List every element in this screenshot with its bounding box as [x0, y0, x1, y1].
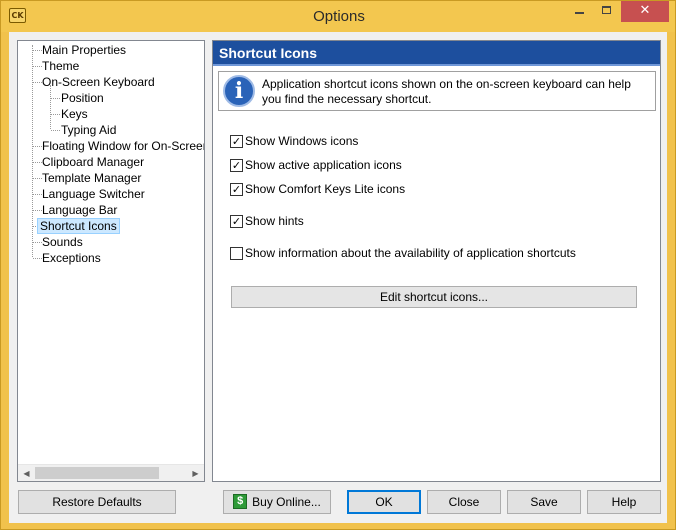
tree-item-main-properties[interactable]: Main Properties [40, 42, 128, 58]
options-window: CK Options ✕ Main Properties Theme On-Sc… [0, 0, 676, 530]
save-button[interactable]: Save [507, 490, 581, 514]
close-window-button[interactable]: ✕ [621, 1, 669, 22]
panel-title: Shortcut Icons [213, 41, 660, 66]
checkbox-label[interactable]: Show Comfort Keys Lite icons [245, 182, 405, 197]
maximize-button[interactable] [594, 1, 620, 22]
ok-label: OK [375, 495, 393, 509]
tree-item-language-switcher[interactable]: Language Switcher [40, 186, 147, 202]
close-button[interactable]: Close [427, 490, 501, 514]
checkbox-label[interactable]: Show hints [245, 214, 304, 229]
checkbox-box[interactable] [230, 247, 243, 260]
info-text: Application shortcut icons shown on the … [262, 77, 631, 106]
checkbox-label[interactable]: Show information about the availability … [245, 246, 576, 261]
settings-panel: Shortcut Icons i Application shortcut ic… [212, 40, 661, 482]
tree-item-floating-window[interactable]: Floating Window for On-Screen Ke [40, 138, 204, 154]
checkbox-label[interactable]: Show Windows icons [245, 134, 358, 149]
tree-item-typing-aid[interactable]: Typing Aid [59, 122, 118, 138]
tree-item-keys[interactable]: Keys [59, 106, 90, 122]
help-button[interactable]: Help [587, 490, 661, 514]
scroll-right-icon[interactable]: ▶ [187, 465, 204, 481]
tree-item-sounds[interactable]: Sounds [40, 234, 85, 250]
info-box: i Application shortcut icons shown on th… [218, 71, 656, 111]
dialog-client-area: Main Properties Theme On-Screen Keyboard… [9, 32, 667, 523]
edit-shortcut-icons-button[interactable]: Edit shortcut icons... [231, 286, 637, 308]
buy-online-button[interactable]: $ Buy Online... [223, 490, 331, 514]
title-bar[interactable]: CK Options ✕ [1, 1, 675, 32]
close-label: Close [448, 495, 480, 509]
minimize-icon [575, 12, 584, 14]
close-icon: ✕ [639, 3, 651, 18]
save-label: Save [530, 495, 558, 509]
tree-item-theme[interactable]: Theme [40, 58, 81, 74]
scrollbar-thumb[interactable] [35, 467, 159, 479]
info-icon: i [223, 75, 255, 107]
tree-item-language-bar[interactable]: Language Bar [40, 202, 119, 218]
tree-item-shortcut-icons[interactable]: Shortcut Icons [37, 218, 120, 234]
tree-child-line [50, 85, 51, 129]
dollar-icon: $ [233, 493, 248, 509]
ok-button[interactable]: OK [347, 490, 421, 514]
buy-online-label: Buy Online... [252, 495, 321, 509]
checkbox-box[interactable]: ✓ [230, 183, 243, 196]
scroll-left-icon[interactable]: ◀ [18, 465, 35, 481]
tree-item-template-manager[interactable]: Template Manager [40, 170, 143, 186]
checkbox-box[interactable]: ✓ [230, 215, 243, 228]
checkbox-label[interactable]: Show active application icons [245, 158, 402, 173]
tree-item-exceptions[interactable]: Exceptions [40, 250, 103, 266]
tree-item-on-screen-keyboard[interactable]: On-Screen Keyboard [40, 74, 157, 90]
restore-defaults-label: Restore Defaults [52, 495, 142, 509]
help-label: Help [611, 495, 637, 509]
checkbox-box[interactable]: ✓ [230, 135, 243, 148]
tree-horizontal-scrollbar[interactable]: ◀ ▶ [18, 464, 204, 481]
tree-item-position[interactable]: Position [59, 90, 106, 106]
minimize-button[interactable] [567, 1, 593, 22]
checkbox-box[interactable]: ✓ [230, 159, 243, 172]
options-tree[interactable]: Main Properties Theme On-Screen Keyboard… [17, 40, 205, 482]
restore-defaults-button[interactable]: Restore Defaults [18, 490, 176, 514]
tree-item-clipboard-manager[interactable]: Clipboard Manager [40, 154, 146, 170]
maximize-icon [602, 6, 611, 14]
